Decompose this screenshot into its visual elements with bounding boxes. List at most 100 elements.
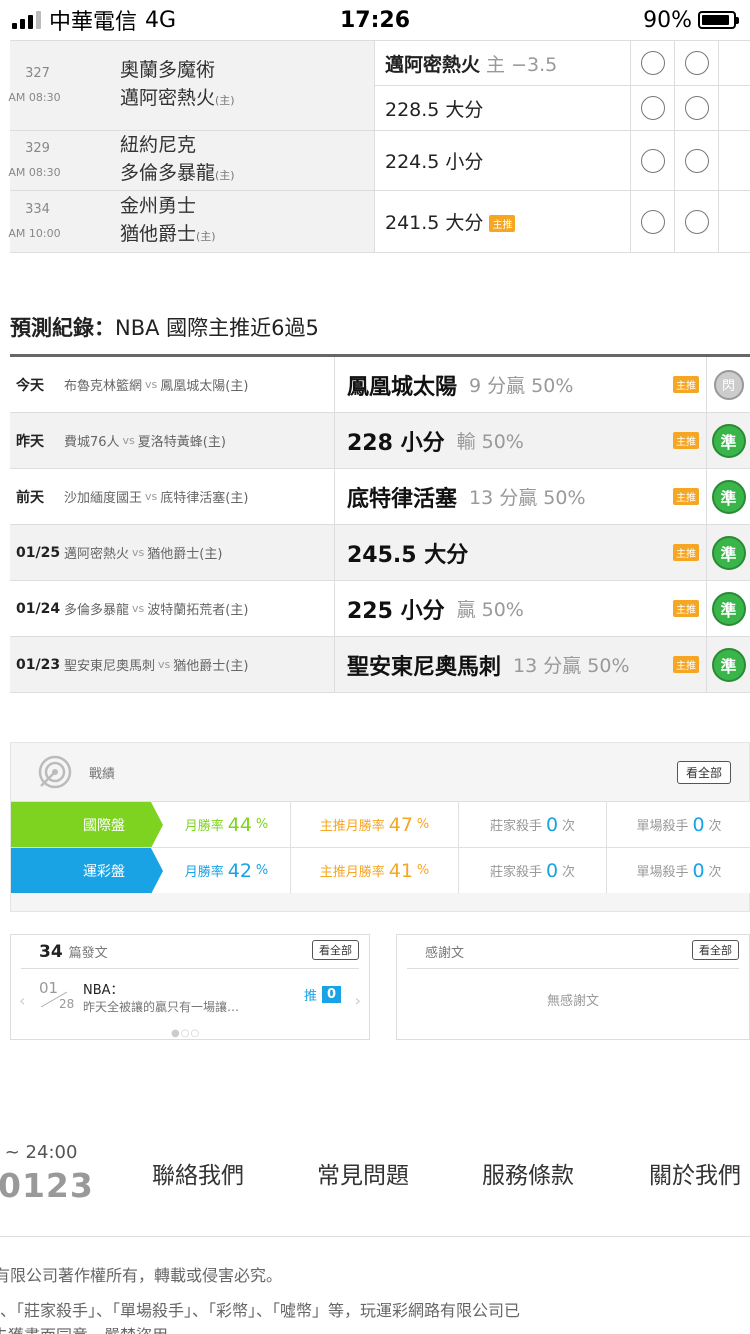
bet-options: 邁阿密熱火 主 −3.5 228.5 大分	[375, 41, 750, 130]
prediction-match[interactable]: 邁阿密熱火 vs 猶他爵士(主)	[60, 525, 335, 580]
result-badge: 準	[706, 637, 750, 692]
stats-row-label: 國際盤	[11, 802, 163, 848]
next-arrow-icon[interactable]: ›	[355, 991, 361, 1010]
result-badge: 準	[706, 525, 750, 580]
bet-radio-b[interactable]	[674, 41, 718, 85]
prediction-pick: 聖安東尼奧馬刺 13 分贏 50%	[347, 654, 630, 680]
main-pick-tag: 主推	[666, 525, 706, 580]
game-number: 327	[25, 65, 50, 81]
game-number-cell: 334 AM 10:00	[8, 191, 65, 252]
thanks-header: 感謝文	[407, 935, 739, 969]
copyright: 有限公司著作權所有，轉載或侵害必究。	[0, 1266, 283, 1285]
bet-text: 邁阿密熱火 主 −3.5	[385, 53, 558, 76]
prediction-row: 01/25 邁阿密熱火 vs 猶他爵士(主) 245.5 大分 主推準	[10, 525, 750, 581]
bookie-killer: 莊家殺手 0 次	[459, 802, 607, 847]
result-badge: 準	[706, 581, 750, 636]
footer-link-contact[interactable]: 聯絡我們	[152, 1156, 244, 1190]
bet-options: 224.5 小分	[375, 131, 750, 190]
monthly-win-rate: 月勝率 44%	[151, 802, 291, 847]
bet-radio-a[interactable]	[630, 131, 674, 190]
article-snippet: 昨天全被讓的贏只有一場讓…	[83, 1000, 240, 1014]
main-pick-tag: 主推	[489, 215, 516, 232]
stats-label: 戰績	[89, 766, 116, 782]
thanks-view-all-button[interactable]: 看全部	[692, 940, 739, 960]
article-text: NBA： 昨天全被讓的贏只有一場讓…	[83, 982, 239, 1016]
stats-row: 運彩盤 月勝率 42% 主推月勝率 41% 莊家殺手 0 次 單場殺手 0 次	[11, 847, 750, 894]
thanks-label: 感謝文	[425, 946, 465, 961]
game-time: AM 08:30	[8, 165, 61, 179]
game-number-cell: 329 AM 08:30	[8, 131, 65, 190]
footer-link-about[interactable]: 關於我們	[649, 1156, 741, 1190]
main-pick-win-rate: 主推月勝率 47%	[291, 802, 459, 847]
bet-radio-a[interactable]	[630, 86, 674, 130]
article-item[interactable]: ‹ 01 28 NBA： 昨天全被讓的贏只有一場讓… 推 0 ›	[11, 969, 369, 1029]
bet-radio-a[interactable]	[630, 191, 674, 252]
game-number-cell: 327 AM 08:30	[8, 41, 65, 130]
prediction-pick: 底特律活塞 13 分贏 50%	[347, 486, 586, 512]
status-bar: 中華電信 4G 17:26 90%	[0, 0, 750, 40]
stats-view-all-button[interactable]: 看全部	[676, 761, 731, 784]
prediction-match[interactable]: 沙加緬度國王 vs 底特律活塞(主)	[60, 469, 335, 524]
articles-view-all-button[interactable]: 看全部	[312, 940, 359, 960]
prediction-pick: 225 小分贏 50%	[347, 598, 524, 624]
bet-text: 241.5 大分 主推	[375, 208, 630, 235]
prediction-day: 今天	[16, 377, 44, 394]
prediction-match[interactable]: 布魯克林籃網 vs 鳳凰城太陽(主)	[60, 357, 335, 412]
bet-options: 241.5 大分 主推	[375, 191, 750, 252]
main-pick-tag: 主推	[666, 357, 706, 412]
prediction-row: 昨天 費城76人 vs 夏洛特黃蜂(主) 228 小分輸 50% 主推準	[10, 413, 750, 469]
prediction-day: 前天	[16, 489, 44, 506]
bet-radio-b[interactable]	[674, 86, 718, 130]
away-team: 金州勇士	[120, 195, 197, 217]
game-teams: 金州勇士 猶他爵士(主)	[65, 191, 375, 252]
game-row: 334 AM 10:00 金州勇士 猶他爵士(主) 241.5 大分 主推	[8, 191, 750, 253]
prediction-row: 01/24 多倫多暴龍 vs 波特蘭拓荒者(主) 225 小分贏 50% 主推準	[10, 581, 750, 637]
main-pick-tag: 主推	[666, 637, 706, 692]
game-teams: 紐約尼克 多倫多暴龍(主)	[65, 131, 375, 190]
footer-divider	[0, 1236, 750, 1237]
trademark-notice: 」、「莊家殺手」、「單場殺手」、「彩幣」、「噓幣」等，玩運彩網路有限公司已	[0, 1301, 521, 1320]
prediction-match[interactable]: 聖安東尼奧馬刺 vs 猶他爵士(主)	[60, 637, 335, 692]
prediction-match[interactable]: 費城76人 vs 夏洛特黃蜂(主)	[60, 413, 335, 468]
main-pick-win-rate: 主推月勝率 41%	[291, 848, 459, 893]
prediction-pick: 鳳凰城太陽 9 分贏 50%	[347, 374, 574, 400]
single-game-killer: 單場殺手 0 次	[636, 859, 722, 882]
articles-count: 34	[39, 941, 63, 962]
bet-row: 228.5 大分	[375, 86, 750, 130]
bet-row: 224.5 小分	[375, 131, 750, 190]
articles-box: 34 篇發文 看全部 ‹ 01 28 NBA： 昨天全被讓的贏只有一場讓… 推 …	[10, 934, 370, 1040]
prediction-pick: 245.5 大分	[347, 542, 469, 568]
game-time: AM 08:30	[8, 90, 61, 104]
stats-panel: 戰績 看全部 國際盤 月勝率 44% 主推月勝率 47% 莊家殺手 0 次單場殺手 0 次運彩盤月…	[10, 742, 750, 912]
footer-link-terms[interactable]: 服務條款	[482, 1156, 574, 1190]
away-team: 奧蘭多魔術	[120, 59, 216, 81]
bet-radio-b[interactable]	[674, 191, 718, 252]
prediction-table: 今天 布魯克林籃網 vs 鳳凰城太陽(主) 鳳凰城太陽 9 分贏 50% 主推閃昨天 費城76…	[10, 354, 750, 693]
pagination-dots: ●○○	[171, 1028, 201, 1039]
trademark-notice-2: 未獲書面同意，嚴禁盜用。	[0, 1322, 184, 1334]
prediction-match[interactable]: 多倫多暴龍 vs 波特蘭拓荒者(主)	[60, 581, 335, 636]
prev-arrow-icon[interactable]: ‹	[19, 991, 25, 1010]
main-pick-tag: 主推	[666, 581, 706, 636]
result-badge: 準	[706, 413, 750, 468]
stats-row: 國際盤 月勝率 44% 主推月勝率 47% 莊家殺手 0 次 單場殺手 0 次	[11, 801, 750, 848]
article-title: NBA：	[83, 983, 124, 998]
home-team: 多倫多暴龍(主)	[120, 162, 235, 184]
bet-row: 邁阿密熱火 主 −3.5	[375, 41, 750, 86]
games-table: 327 AM 08:30 奧蘭多魔術 邁阿密熱火(主) 邁阿密熱火 主 −3.5…	[8, 40, 750, 253]
main-pick-tag: 主推	[666, 413, 706, 468]
prediction-row: 前天 沙加緬度國王 vs 底特律活塞(主) 底特律活塞 13 分贏 50% 主推準	[10, 469, 750, 525]
stats-header: 戰績	[11, 743, 749, 801]
game-row: 329 AM 08:30 紐約尼克 多倫多暴龍(主) 224.5 小分	[8, 131, 750, 191]
service-phone: 0123	[0, 1166, 94, 1205]
bet-radio-b[interactable]	[674, 131, 718, 190]
bet-radio-a[interactable]	[630, 41, 674, 85]
prediction-row: 今天 布魯克林籃網 vs 鳳凰城太陽(主) 鳳凰城太陽 9 分贏 50% 主推閃	[10, 357, 750, 413]
footer-link-faq[interactable]: 常見問題	[317, 1156, 409, 1190]
monthly-win-rate: 月勝率 42%	[151, 848, 291, 893]
articles-header: 34 篇發文	[21, 935, 359, 969]
bet-row: 241.5 大分 主推	[375, 191, 750, 252]
battery-icon	[698, 11, 739, 29]
home-team: 猶他爵士(主)	[120, 223, 216, 245]
result-badge: 準	[706, 469, 750, 524]
